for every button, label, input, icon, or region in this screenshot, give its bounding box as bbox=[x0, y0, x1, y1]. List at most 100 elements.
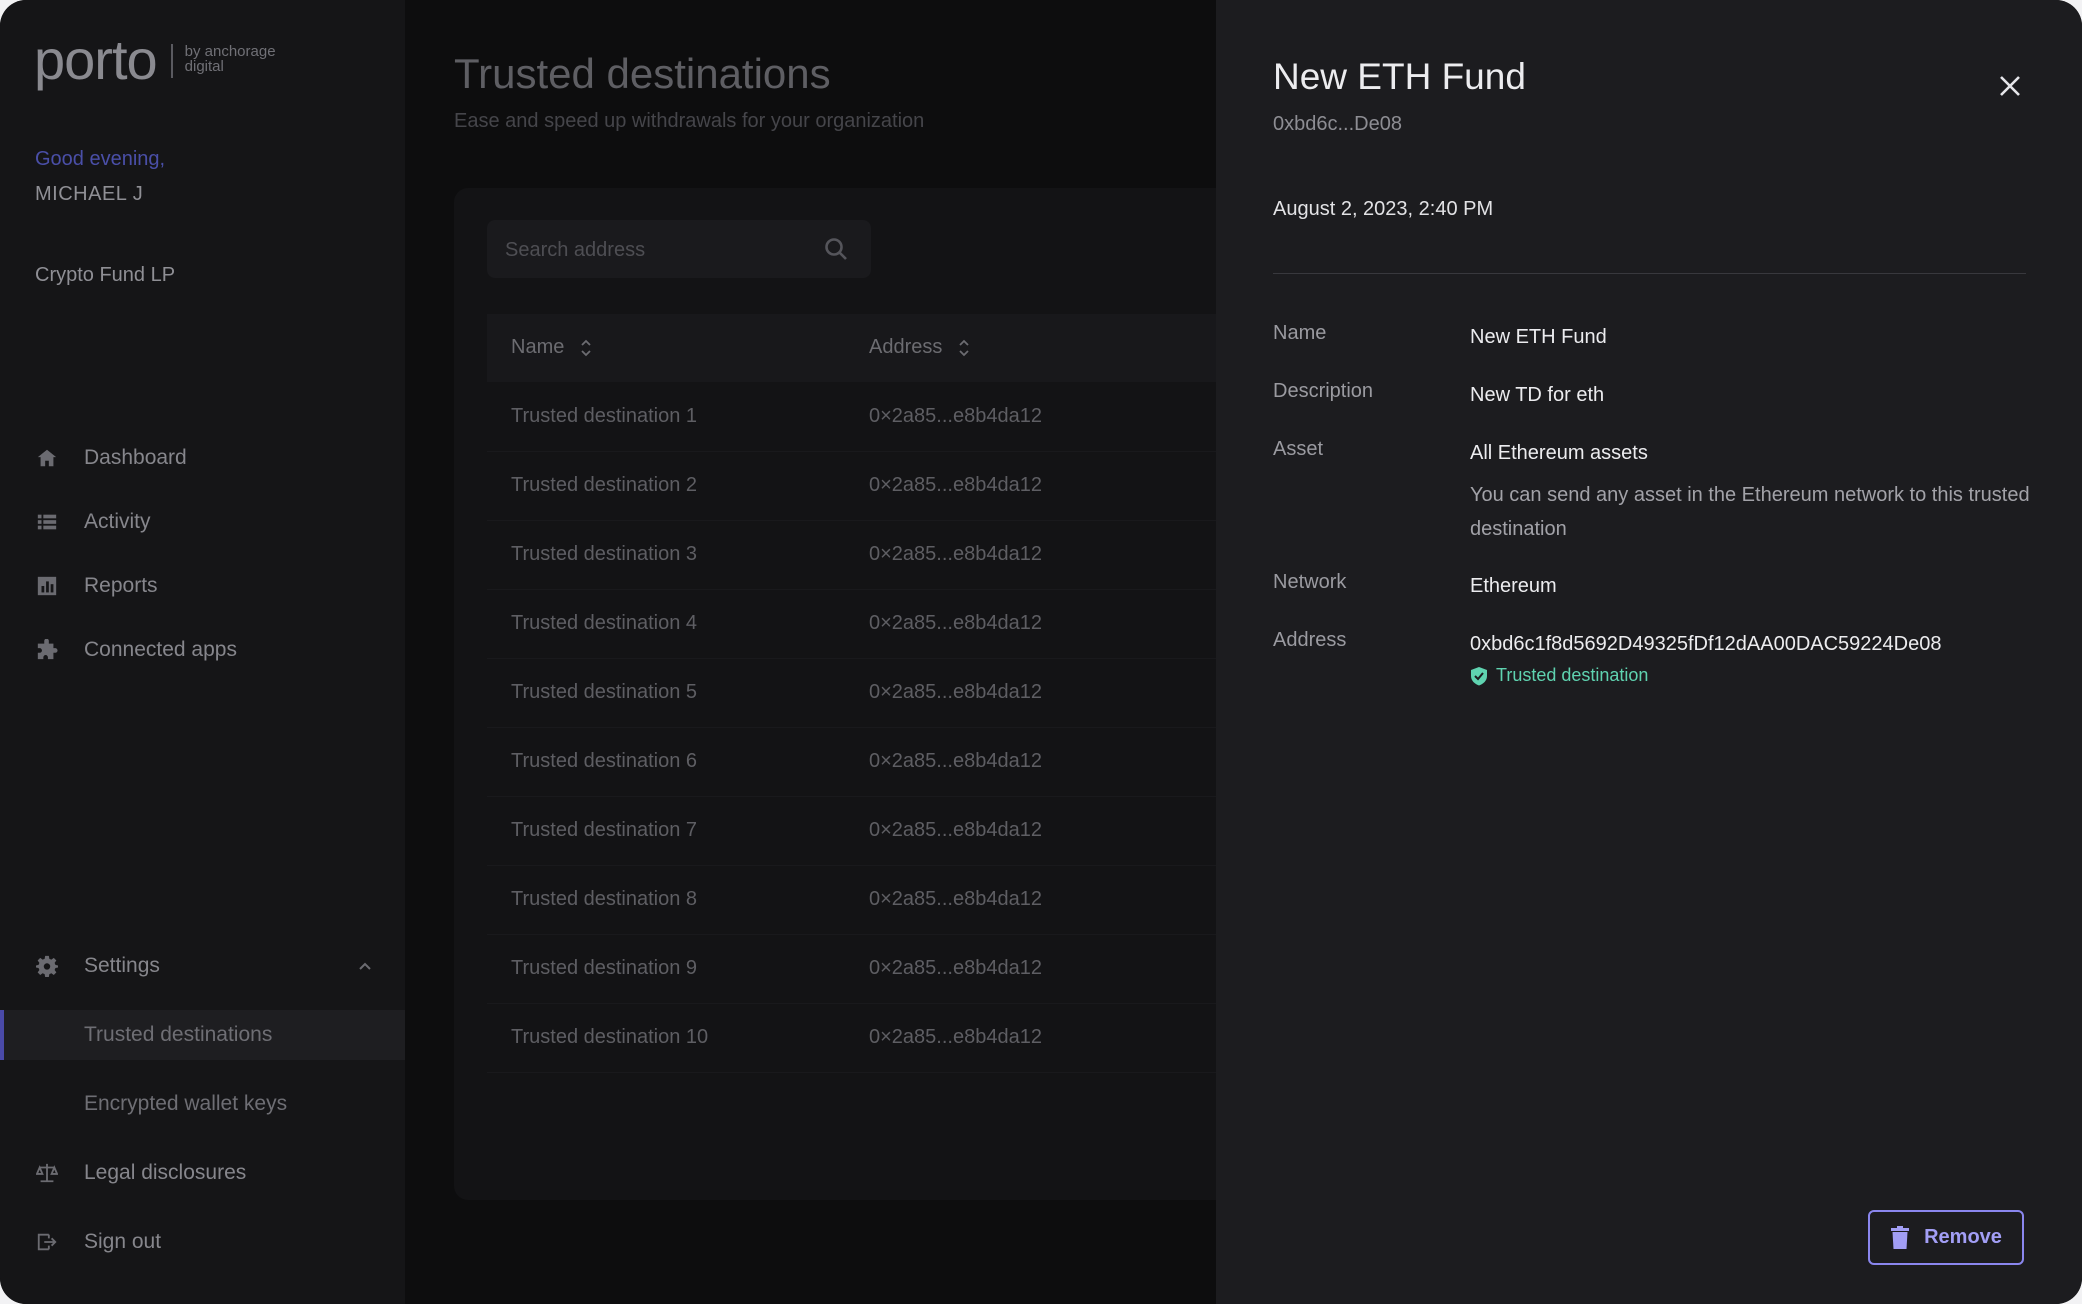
divider bbox=[1273, 273, 2026, 274]
column-header-label: Address bbox=[869, 336, 943, 358]
table-row[interactable]: Trusted destination 7 0×2a85...e8b4da12 bbox=[487, 796, 1225, 866]
row-name: Trusted destination 5 bbox=[511, 681, 698, 703]
table-row[interactable]: Trusted destination 6 0×2a85...e8b4da12 bbox=[487, 727, 1225, 797]
nav-label: Settings bbox=[84, 954, 160, 977]
column-header-address[interactable]: Address bbox=[869, 336, 970, 359]
field-value-description: New TD for eth bbox=[1470, 384, 1605, 406]
row-address: 0×2a85...e8b4da12 bbox=[869, 474, 1042, 496]
nav-item-dashboard[interactable]: Dashboard bbox=[0, 433, 405, 483]
logo-wordmark: porto bbox=[34, 28, 158, 91]
home-icon bbox=[37, 449, 57, 467]
user-name: MICHAEL J bbox=[35, 183, 144, 205]
nav-label: Legal disclosures bbox=[84, 1161, 247, 1184]
nav-item-trusted-destinations[interactable]: Trusted destinations bbox=[0, 1010, 405, 1060]
puzzle-icon bbox=[37, 639, 58, 660]
row-name: Trusted destination 4 bbox=[511, 612, 698, 634]
trash-icon bbox=[1891, 1225, 1910, 1249]
row-address: 0×2a85...e8b4da12 bbox=[869, 888, 1042, 910]
nav-label: Encrypted wallet keys bbox=[84, 1092, 288, 1115]
row-address: 0×2a85...e8b4da12 bbox=[869, 681, 1042, 703]
field-note-asset: You can send any asset in the Ethereum n… bbox=[1470, 484, 2030, 540]
row-name: Trusted destination 1 bbox=[511, 405, 698, 427]
row-address: 0×2a85...e8b4da12 bbox=[869, 750, 1042, 772]
logo-divider bbox=[170, 44, 173, 78]
search-box[interactable]: Search address bbox=[487, 220, 871, 278]
nav-item-encrypted-wallet-keys[interactable]: Encrypted wallet keys bbox=[0, 1079, 405, 1129]
row-name: Trusted destination 6 bbox=[511, 750, 698, 772]
scale-icon bbox=[36, 1163, 58, 1183]
nav-item-sign-out[interactable]: Sign out bbox=[0, 1217, 405, 1267]
column-header-label: Name bbox=[511, 336, 565, 358]
row-address: 0×2a85...e8b4da12 bbox=[869, 543, 1042, 565]
list-icon bbox=[37, 514, 57, 530]
drawer-short-address: 0xbd6c...De08 bbox=[1273, 113, 1402, 135]
nav-label: Activity bbox=[84, 510, 151, 533]
table-row[interactable]: Trusted destination 8 0×2a85...e8b4da12 bbox=[487, 865, 1225, 935]
row-name: Trusted destination 2 bbox=[511, 474, 698, 496]
shield-check-icon bbox=[1471, 666, 1487, 685]
field-label-network: Network bbox=[1273, 571, 1347, 593]
chevron-up-icon[interactable] bbox=[356, 957, 374, 975]
table-row[interactable]: Trusted destination 1 0×2a85...e8b4da12 bbox=[487, 382, 1225, 452]
field-label-asset: Asset bbox=[1273, 438, 1324, 460]
field-label-name: Name bbox=[1273, 322, 1327, 344]
search-input[interactable]: Search address bbox=[505, 239, 645, 262]
nav-label: Reports bbox=[84, 574, 158, 597]
nav-label: Trusted destinations bbox=[84, 1023, 273, 1046]
logo-tagline-line2: digital bbox=[184, 58, 224, 75]
trusted-badge: Trusted destination bbox=[1470, 665, 1648, 686]
bar-chart-icon bbox=[37, 576, 57, 596]
logo-tagline: by anchorage digital bbox=[185, 44, 276, 74]
column-header-name[interactable]: Name bbox=[511, 336, 592, 359]
remove-button-label: Remove bbox=[1924, 1226, 2002, 1248]
gear-icon bbox=[36, 955, 58, 977]
nav-item-settings[interactable]: Settings bbox=[0, 941, 405, 991]
row-name: Trusted destination 7 bbox=[511, 819, 698, 841]
nav-label: Dashboard bbox=[84, 446, 187, 469]
row-name: Trusted destination 8 bbox=[511, 888, 698, 910]
field-value-name: New ETH Fund bbox=[1470, 326, 1607, 348]
table-row[interactable]: Trusted destination 4 0×2a85...e8b4da12 bbox=[487, 589, 1225, 659]
sidebar: porto by anchorage digital Good evening,… bbox=[0, 0, 406, 1304]
sign-out-icon bbox=[37, 1233, 57, 1251]
field-value-network: Ethereum bbox=[1470, 575, 1557, 597]
table-row[interactable]: Trusted destination 10 0×2a85...e8b4da12 bbox=[487, 1003, 1225, 1073]
row-name: Trusted destination 10 bbox=[511, 1026, 709, 1048]
field-value-address: 0xbd6c1f8d5692D49325fDf12dAA00DAC59224De… bbox=[1470, 633, 1942, 655]
nav-item-legal-disclosures[interactable]: Legal disclosures bbox=[0, 1148, 405, 1198]
search-icon[interactable] bbox=[823, 236, 849, 262]
row-address: 0×2a85...e8b4da12 bbox=[869, 957, 1042, 979]
trusted-badge-label: Trusted destination bbox=[1496, 665, 1649, 685]
destination-detail-drawer: New ETH Fund 0xbd6c...De08 August 2, 202… bbox=[1216, 0, 2082, 1304]
table-row[interactable]: Trusted destination 3 0×2a85...e8b4da12 bbox=[487, 520, 1225, 590]
sort-icon[interactable] bbox=[580, 337, 592, 359]
sort-icon[interactable] bbox=[958, 337, 970, 359]
drawer-title: New ETH Fund bbox=[1273, 56, 1526, 97]
close-icon[interactable] bbox=[1998, 74, 2022, 98]
greeting: Good evening, bbox=[35, 148, 166, 170]
row-name: Trusted destination 9 bbox=[511, 957, 698, 979]
nav-item-connected-apps[interactable]: Connected apps bbox=[0, 625, 405, 675]
porto-logo[interactable]: porto by anchorage digital bbox=[34, 30, 276, 90]
page-title: Trusted destinations bbox=[454, 50, 831, 97]
table-row[interactable]: Trusted destination 2 0×2a85...e8b4da12 bbox=[487, 451, 1225, 521]
drawer-date: August 2, 2023, 2:40 PM bbox=[1273, 198, 1494, 220]
field-label-address: Address bbox=[1273, 629, 1347, 651]
nav-label: Connected apps bbox=[84, 638, 237, 661]
field-label-description: Description bbox=[1273, 380, 1374, 402]
row-address: 0×2a85...e8b4da12 bbox=[869, 405, 1042, 427]
table-row[interactable]: Trusted destination 5 0×2a85...e8b4da12 bbox=[487, 658, 1225, 728]
nav-label: Sign out bbox=[84, 1230, 162, 1253]
page-subtitle: Ease and speed up withdrawals for your o… bbox=[454, 110, 925, 132]
nav-item-reports[interactable]: Reports bbox=[0, 561, 405, 611]
row-address: 0×2a85...e8b4da12 bbox=[869, 1026, 1042, 1048]
remove-button[interactable]: Remove bbox=[1868, 1210, 2024, 1265]
nav-item-activity[interactable]: Activity bbox=[0, 497, 405, 547]
row-name: Trusted destination 3 bbox=[511, 543, 698, 565]
row-address: 0×2a85...e8b4da12 bbox=[869, 612, 1042, 634]
table-header: Name Address bbox=[487, 314, 1225, 382]
app-window: porto by anchorage digital Good evening,… bbox=[0, 0, 2082, 1304]
main-content: Trusted destinations Ease and speed up w… bbox=[405, 0, 1234, 1304]
field-value-asset: All Ethereum assets bbox=[1470, 442, 1648, 464]
table-row[interactable]: Trusted destination 9 0×2a85...e8b4da12 bbox=[487, 934, 1225, 1004]
